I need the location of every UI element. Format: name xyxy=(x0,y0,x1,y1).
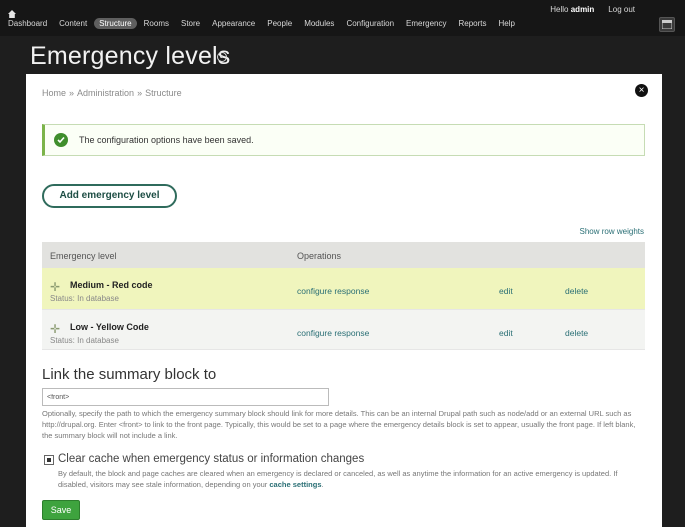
status-message: The configuration options have been save… xyxy=(42,124,645,156)
menu-structure[interactable]: Structure xyxy=(94,18,137,29)
shortcut-star-icon[interactable] xyxy=(217,52,227,62)
menu-help[interactable]: Help xyxy=(499,19,515,28)
status-message-text: The configuration options have been save… xyxy=(79,135,254,145)
edit-link[interactable]: edit xyxy=(499,328,513,338)
level-name: Medium - Red code xyxy=(70,280,153,290)
configure-response-link[interactable]: configure response xyxy=(297,328,369,338)
checkmark-icon xyxy=(54,133,68,147)
breadcrumb-separator: » xyxy=(69,88,75,98)
menu-content[interactable]: Content xyxy=(59,19,87,28)
level-status: Status: In database xyxy=(50,336,119,345)
emergency-levels-table: Emergency level Operations ✛ Medium - Re… xyxy=(42,242,645,350)
logout-link[interactable]: Log out xyxy=(608,5,635,14)
edit-link[interactable]: edit xyxy=(499,286,513,296)
user-name-link[interactable]: admin xyxy=(571,5,595,14)
menu-configuration[interactable]: Configuration xyxy=(346,19,394,28)
cache-settings-link[interactable]: cache settings xyxy=(269,480,321,489)
header-operations: Operations xyxy=(297,251,342,261)
link-section-title: Link the summary block to xyxy=(42,366,217,383)
admin-menu: Dashboard Content Structure Rooms Store … xyxy=(8,18,527,29)
table-row: ✛ Medium - Red code Status: In database … xyxy=(42,268,645,310)
summary-link-path-input[interactable] xyxy=(42,388,329,406)
menu-people[interactable]: People xyxy=(267,19,292,28)
menu-modules[interactable]: Modules xyxy=(304,19,334,28)
user-links: Hello admin Log out xyxy=(536,5,635,14)
breadcrumb-administration[interactable]: Administration xyxy=(77,88,134,98)
breadcrumb-separator: » xyxy=(137,88,143,98)
drag-handle-icon[interactable]: ✛ xyxy=(50,322,60,336)
header-emergency-level: Emergency level xyxy=(50,251,117,261)
breadcrumb-structure[interactable]: Structure xyxy=(145,88,182,98)
admin-toolbar: Dashboard Content Structure Rooms Store … xyxy=(0,0,685,36)
clear-cache-description: By default, the block and page caches ar… xyxy=(58,468,638,490)
menu-dashboard[interactable]: Dashboard xyxy=(8,19,47,28)
menu-appearance[interactable]: Appearance xyxy=(212,19,255,28)
breadcrumb: Home » Administration » Structure xyxy=(42,88,182,98)
table-row: ✛ Low - Yellow Code Status: In database … xyxy=(42,310,645,350)
user-greeting: Hello admin xyxy=(550,5,594,14)
home-icon[interactable] xyxy=(8,5,16,18)
toolbar-toggle-icon xyxy=(662,20,672,29)
toolbar-toggle-button[interactable] xyxy=(659,17,675,32)
greeting-text: Hello xyxy=(550,5,569,14)
level-name: Low - Yellow Code xyxy=(70,322,149,332)
clear-cache-description-suffix: . xyxy=(321,480,324,489)
clear-cache-checkbox[interactable] xyxy=(44,455,54,465)
level-status: Status: In database xyxy=(50,294,119,303)
configure-response-link[interactable]: configure response xyxy=(297,286,369,296)
show-row-weights-link[interactable]: Show row weights xyxy=(580,227,644,236)
menu-emergency[interactable]: Emergency xyxy=(406,19,446,28)
page-title: Emergency levels xyxy=(30,42,231,70)
delete-link[interactable]: delete xyxy=(565,286,588,296)
link-description: Optionally, specify the path to which th… xyxy=(42,409,636,440)
breadcrumb-home[interactable]: Home xyxy=(42,88,66,98)
close-icon[interactable]: × xyxy=(635,84,648,97)
menu-reports[interactable]: Reports xyxy=(459,19,487,28)
add-emergency-level-button[interactable]: Add emergency level xyxy=(42,184,177,208)
menu-rooms[interactable]: Rooms xyxy=(144,19,169,28)
clear-cache-label[interactable]: Clear cache when emergency status or inf… xyxy=(58,453,364,465)
save-button[interactable]: Save xyxy=(42,500,80,520)
config-modal: Home » Administration » Structure × The … xyxy=(26,74,662,527)
clear-cache-description-text: By default, the block and page caches ar… xyxy=(58,469,618,489)
drag-handle-icon[interactable]: ✛ xyxy=(50,280,60,294)
delete-link[interactable]: delete xyxy=(565,328,588,338)
menu-store[interactable]: Store xyxy=(181,19,200,28)
table-header: Emergency level Operations xyxy=(42,242,645,268)
